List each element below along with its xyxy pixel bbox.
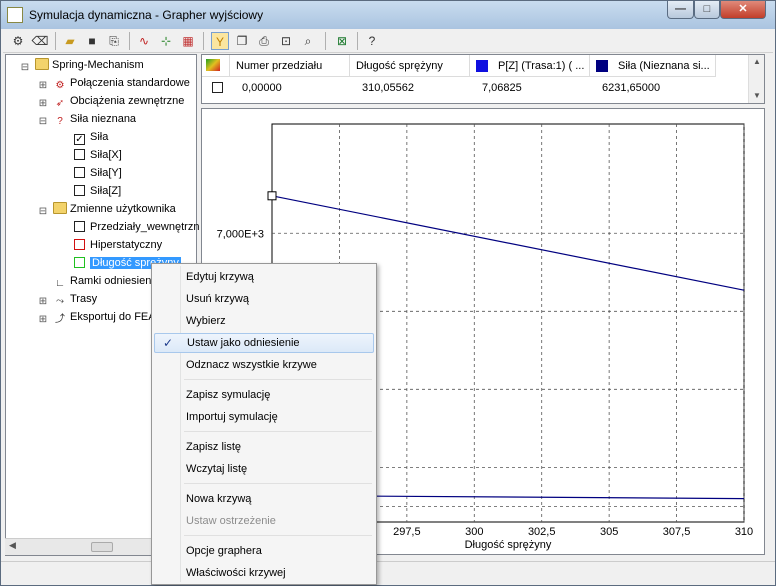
tree-item-trasy[interactable]: ⊞ ⤳ Trasy bbox=[36, 291, 97, 307]
tree-item-sila-y[interactable]: Siła[Y] bbox=[74, 165, 122, 181]
tree-root[interactable]: ⊟ Spring-Mechanism bbox=[18, 57, 144, 73]
checkbox[interactable] bbox=[74, 185, 85, 196]
data-table: Numer przedziału Długość sprężyny P[Z] (… bbox=[201, 54, 765, 104]
series-color-swatch bbox=[596, 60, 608, 72]
menu-item-wczytaj-liste[interactable]: Wczytaj listę bbox=[154, 459, 374, 479]
title-bar[interactable]: Symulacja dynamiczna - Grapher wyjściowy… bbox=[1, 1, 775, 29]
table-cell: 6231,65000 bbox=[602, 82, 661, 94]
open-folder-icon[interactable]: ▰ bbox=[61, 32, 79, 50]
gears-icon[interactable]: ⚙ bbox=[9, 32, 27, 50]
checkbox-checked[interactable]: ✓ bbox=[74, 134, 85, 145]
menu-item-zapisz-liste[interactable]: Zapisz listę bbox=[154, 437, 374, 457]
checkbox-green[interactable] bbox=[74, 257, 85, 268]
app-icon bbox=[7, 7, 23, 23]
save-icon[interactable]: ■ bbox=[83, 32, 101, 50]
y-tick-label: 7,000E+3 bbox=[217, 228, 264, 240]
menu-item-wybierz[interactable]: Wybierz bbox=[154, 311, 374, 331]
curve-icon[interactable]: ∿ bbox=[135, 32, 153, 50]
checkbox-red[interactable] bbox=[74, 239, 85, 250]
zoom-icon[interactable]: ⌕ bbox=[299, 32, 317, 50]
window-title: Symulacja dynamiczna - Grapher wyjściowy bbox=[29, 8, 264, 22]
add-point-icon[interactable]: ⊹ bbox=[157, 32, 175, 50]
context-menu: Edytuj krzywą Usuń krzywą Wybierz ✓ Usta… bbox=[151, 263, 377, 585]
column-header[interactable]: Siła (Nieznana si... bbox=[590, 55, 716, 77]
menu-item-opcje-graphera[interactable]: Opcje graphera bbox=[154, 541, 374, 561]
color-chart-icon[interactable]: ▦ bbox=[179, 32, 197, 50]
tree-item-sila[interactable]: ✓ Siła bbox=[74, 129, 108, 145]
x-tick-label: 305 bbox=[600, 526, 618, 538]
maximize-button[interactable]: □ bbox=[694, 1, 720, 19]
menu-item-importuj-symulacje[interactable]: Importuj symulację bbox=[154, 407, 374, 427]
copy-icon[interactable]: ❐ bbox=[233, 32, 251, 50]
menu-item-ustaw-jako-odniesienie[interactable]: ✓ Ustaw jako odniesienie bbox=[154, 333, 374, 353]
checkbox[interactable] bbox=[74, 221, 85, 232]
excel-icon[interactable]: ⊠ bbox=[333, 32, 351, 50]
tree-item-przedzialy[interactable]: Przedziały_wewnętrzn bbox=[74, 219, 199, 235]
menu-item-ustaw-ostrzezenie: Ustaw ostrzeżenie bbox=[186, 515, 276, 527]
column-header[interactable]: P[Z] (Trasa:1) ( ... bbox=[470, 55, 590, 77]
tree-item-ramki[interactable]: ∟ Ramki odniesienia bbox=[36, 273, 160, 289]
x-tick-label: 297,5 bbox=[393, 526, 421, 538]
table-cell: 310,05562 bbox=[362, 82, 414, 94]
print-icon[interactable]: ⎙ bbox=[255, 32, 273, 50]
tree-item-polaczenia[interactable]: ⊞ ⚙ Połączenia standardowe bbox=[36, 75, 190, 91]
check-icon: ✓ bbox=[163, 336, 174, 350]
checkbox[interactable] bbox=[74, 167, 85, 178]
table-cell: 0,00000 bbox=[242, 82, 282, 94]
close-button[interactable]: ✕ bbox=[720, 1, 766, 19]
toolbar: ⚙ ⌫ ▰ ■ ⎘ ∿ ⊹ ▦ Y ❐ ⎙ ⊡ ⌕ ⊠ ? bbox=[3, 29, 773, 53]
tree-item-sila-z[interactable]: Siła[Z] bbox=[74, 183, 121, 199]
help-icon[interactable]: ? bbox=[363, 32, 381, 50]
menu-item-odznacz-wszystkie[interactable]: Odznacz wszystkie krzywe bbox=[154, 355, 374, 375]
x-tick-label: 307,5 bbox=[663, 526, 691, 538]
tree-item-sila-x[interactable]: Siła[X] bbox=[74, 147, 122, 163]
grapher-window: Symulacja dynamiczna - Grapher wyjściowy… bbox=[0, 0, 776, 586]
checkbox[interactable] bbox=[74, 149, 85, 160]
series-color-swatch bbox=[476, 60, 488, 72]
tree-item-hiperstatyczny[interactable]: Hiperstatyczny bbox=[74, 237, 162, 253]
x-tick-label: 302,5 bbox=[528, 526, 556, 538]
zoom-fit-icon[interactable]: ⊡ bbox=[277, 32, 295, 50]
column-header[interactable]: Długość sprężyny bbox=[350, 55, 470, 77]
menu-item-usun-krzywa[interactable]: Usuń krzywą bbox=[154, 289, 374, 309]
status-bar bbox=[1, 561, 775, 585]
row-checkbox[interactable] bbox=[206, 79, 228, 97]
table-vertical-scrollbar[interactable]: ▲ ▼ bbox=[748, 55, 764, 103]
x-tick-label: 310 bbox=[735, 526, 753, 538]
menu-item-edytuj-krzywa[interactable]: Edytuj krzywą bbox=[154, 267, 374, 287]
reference-point-marker bbox=[267, 191, 277, 201]
column-header[interactable]: Numer przedziału bbox=[230, 55, 350, 77]
filter-icon[interactable]: Y bbox=[211, 32, 229, 50]
eraser-icon[interactable]: ⌫ bbox=[31, 32, 49, 50]
table-corner-icon[interactable] bbox=[202, 55, 230, 77]
menu-item-wlasciwosci-krzywej[interactable]: Właściwości krzywej bbox=[154, 563, 374, 583]
export-icon[interactable]: ⎘ bbox=[105, 32, 123, 50]
tree-item-sila-nieznana[interactable]: ⊟? Siła nieznana bbox=[36, 111, 136, 127]
minimize-button[interactable]: — bbox=[667, 1, 694, 19]
menu-item-zapisz-symulacje[interactable]: Zapisz symulację bbox=[154, 385, 374, 405]
menu-item-nowa-krzywa[interactable]: Nowa krzywą bbox=[154, 489, 374, 509]
x-axis-label: Długość sprężyny bbox=[465, 539, 552, 551]
table-cell: 7,06825 bbox=[482, 82, 522, 94]
x-tick-label: 300 bbox=[465, 526, 483, 538]
tree-item-obciazenia[interactable]: ⊞ ➶ Obciążenia zewnętrzne bbox=[36, 93, 185, 109]
tree-item-zmienne[interactable]: ⊟ Zmienne użytkownika bbox=[36, 201, 176, 217]
tree-item-eksportuj[interactable]: ⊞ ⤴ Eksportuj do FEA bbox=[36, 309, 156, 325]
